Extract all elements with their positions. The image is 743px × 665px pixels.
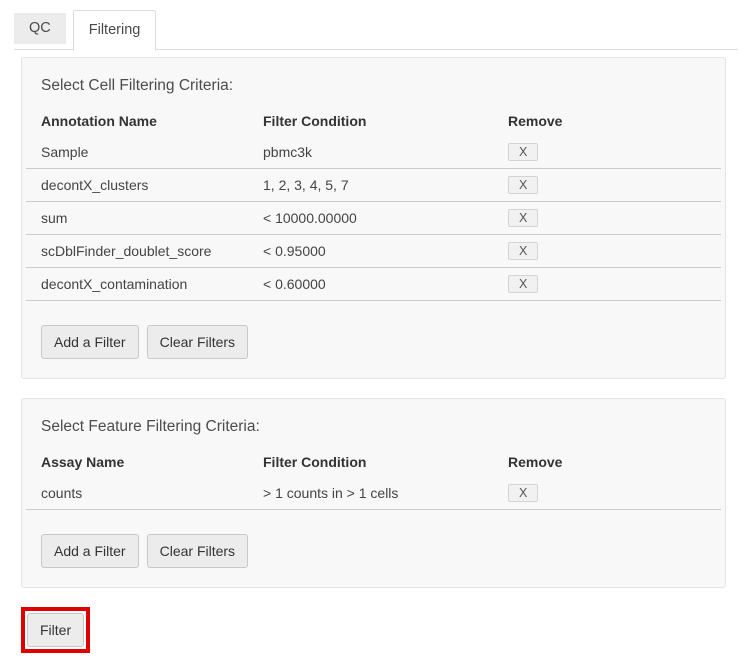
cell-filtering-table: Annotation Name Filter Condition Remove … bbox=[41, 110, 706, 301]
remove-cell: X bbox=[508, 209, 706, 227]
add-filter-button[interactable]: Add a Filter bbox=[41, 534, 139, 568]
column-header-filter-condition: Filter Condition bbox=[263, 454, 508, 470]
row-separator bbox=[26, 509, 721, 510]
annotation-name-cell: Sample bbox=[41, 144, 263, 160]
filter-condition-cell: < 10000.00000 bbox=[263, 210, 508, 226]
filter-button-highlight: Filter bbox=[21, 607, 90, 653]
page: QC Filtering Select Cell Filtering Crite… bbox=[0, 0, 743, 665]
clear-filters-button[interactable]: Clear Filters bbox=[147, 534, 248, 568]
remove-cell: X bbox=[508, 143, 706, 161]
remove-cell: X bbox=[508, 242, 706, 260]
feature-filtering-title: Select Feature Filtering Criteria: bbox=[41, 418, 706, 436]
filter-action-area: Filter bbox=[21, 607, 726, 665]
feature-filtering-table: Assay Name Filter Condition Remove count… bbox=[41, 451, 706, 510]
table-row: scDblFinder_doublet_score < 0.95000 X bbox=[41, 236, 706, 266]
remove-filter-button[interactable]: X bbox=[508, 176, 538, 194]
filter-condition-cell: > 1 counts in > 1 cells bbox=[263, 485, 508, 501]
feature-filtering-table-header: Assay Name Filter Condition Remove bbox=[41, 451, 706, 478]
remove-filter-button[interactable]: X bbox=[508, 484, 538, 502]
table-row: decontX_clusters 1, 2, 3, 4, 5, 7 X bbox=[41, 170, 706, 200]
row-separator bbox=[26, 168, 721, 169]
add-filter-button[interactable]: Add a Filter bbox=[41, 325, 139, 359]
tab-filtering[interactable]: Filtering bbox=[73, 10, 157, 51]
remove-filter-button[interactable]: X bbox=[508, 275, 538, 293]
filter-button[interactable]: Filter bbox=[27, 613, 84, 647]
tab-qc[interactable]: QC bbox=[14, 13, 66, 44]
assay-name-cell: counts bbox=[41, 485, 263, 501]
table-row: counts > 1 counts in > 1 cells X bbox=[41, 478, 706, 508]
feature-filtering-rows: counts > 1 counts in > 1 cells X bbox=[41, 478, 706, 510]
remove-cell: X bbox=[508, 176, 706, 194]
annotation-name-cell: decontX_clusters bbox=[41, 177, 263, 193]
filter-condition-cell: pbmc3k bbox=[263, 144, 508, 160]
filter-condition-cell: < 0.60000 bbox=[263, 276, 508, 292]
annotation-name-cell: sum bbox=[41, 210, 263, 226]
column-header-remove: Remove bbox=[508, 113, 706, 129]
cell-filtering-title: Select Cell Filtering Criteria: bbox=[41, 77, 706, 95]
column-header-filter-condition: Filter Condition bbox=[263, 113, 508, 129]
table-row: decontX_contamination < 0.60000 X bbox=[41, 269, 706, 299]
tab-content: Select Cell Filtering Criteria: Annotati… bbox=[14, 50, 738, 665]
row-separator bbox=[26, 234, 721, 235]
column-header-remove: Remove bbox=[508, 454, 706, 470]
cell-filtering-rows: Sample pbmc3k X decontX_clusters 1, 2, 3… bbox=[41, 137, 706, 301]
filter-condition-cell: < 0.95000 bbox=[263, 243, 508, 259]
column-header-assay-name: Assay Name bbox=[41, 454, 263, 470]
tab-bar: QC Filtering bbox=[14, 10, 738, 50]
annotation-name-cell: scDblFinder_doublet_score bbox=[41, 243, 263, 259]
cell-filtering-actions: Add a Filter Clear Filters bbox=[41, 325, 706, 359]
cell-filtering-panel: Select Cell Filtering Criteria: Annotati… bbox=[21, 57, 726, 379]
clear-filters-button[interactable]: Clear Filters bbox=[147, 325, 248, 359]
remove-cell: X bbox=[508, 275, 706, 293]
row-separator bbox=[26, 267, 721, 268]
annotation-name-cell: decontX_contamination bbox=[41, 276, 263, 292]
row-separator bbox=[26, 300, 721, 301]
remove-filter-button[interactable]: X bbox=[508, 143, 538, 161]
table-row: Sample pbmc3k X bbox=[41, 137, 706, 167]
feature-filtering-actions: Add a Filter Clear Filters bbox=[41, 534, 706, 568]
column-header-annotation-name: Annotation Name bbox=[41, 113, 263, 129]
remove-filter-button[interactable]: X bbox=[508, 242, 538, 260]
table-row: sum < 10000.00000 X bbox=[41, 203, 706, 233]
remove-cell: X bbox=[508, 484, 706, 502]
row-separator bbox=[26, 201, 721, 202]
cell-filtering-table-header: Annotation Name Filter Condition Remove bbox=[41, 110, 706, 137]
filter-condition-cell: 1, 2, 3, 4, 5, 7 bbox=[263, 177, 508, 193]
feature-filtering-panel: Select Feature Filtering Criteria: Assay… bbox=[21, 398, 726, 588]
remove-filter-button[interactable]: X bbox=[508, 209, 538, 227]
